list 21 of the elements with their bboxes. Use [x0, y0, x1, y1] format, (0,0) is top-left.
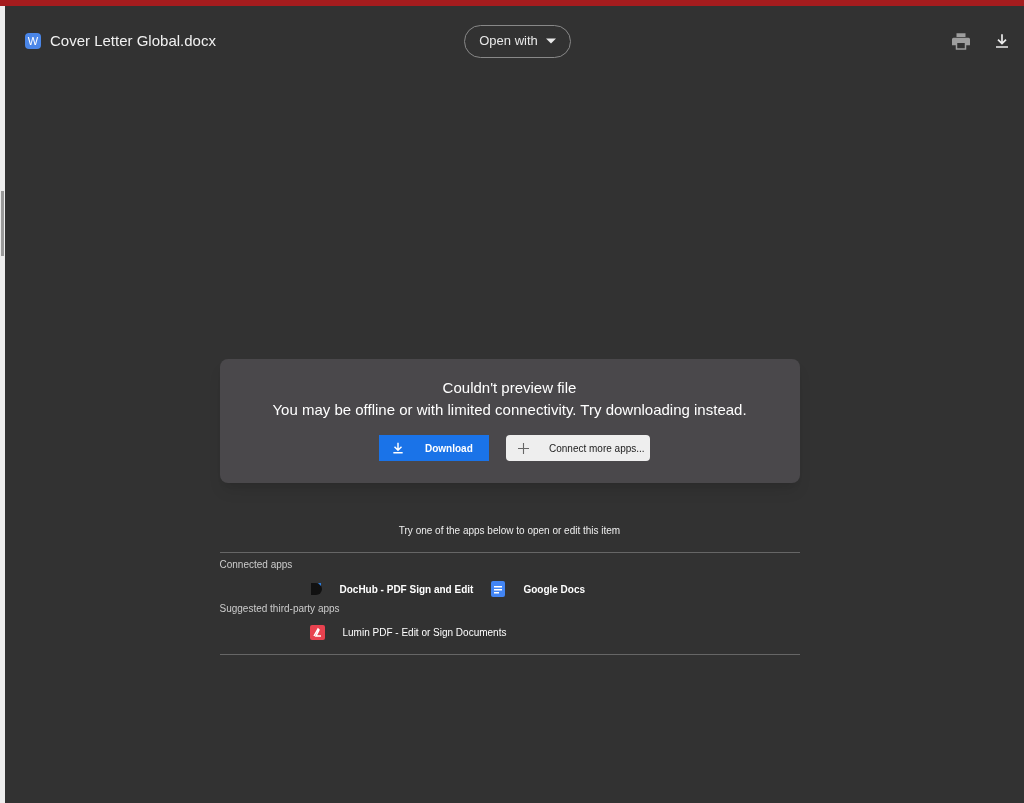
file-name: Cover Letter Global.docx — [50, 30, 216, 51]
section-title: Suggested third-party apps — [219, 602, 341, 616]
plus-icon — [518, 442, 529, 454]
download-icon[interactable] — [994, 33, 1010, 49]
app-item[interactable]: Google Docs — [491, 581, 586, 597]
connect-apps-button[interactable]: Connect more apps... — [506, 435, 650, 461]
pen-stroke-icon — [309, 625, 325, 640]
error-title: Couldn't preview file — [442, 378, 577, 398]
document-d-icon — [309, 582, 322, 596]
section-title: Connected apps — [219, 558, 294, 572]
caret-icon — [545, 38, 556, 44]
apps-hint: Try one of the apps below to open or edit this item — [219, 523, 800, 553]
error-message: You may be offline or with limited connectivity. Try downloading instead. — [272, 400, 747, 420]
download-button[interactable]: Download — [379, 435, 489, 461]
print-icon[interactable] — [952, 32, 970, 50]
app-item[interactable]: Lumin PDF - Edit or Sign Documents — [309, 625, 507, 640]
app-item[interactable]: DocHub - PDF Sign and Edit — [309, 581, 474, 597]
scrollbar-thumb[interactable] — [1, 191, 4, 256]
download-icon — [391, 441, 405, 455]
document-lines-icon — [491, 581, 506, 597]
file-type-badge: W — [25, 33, 41, 49]
